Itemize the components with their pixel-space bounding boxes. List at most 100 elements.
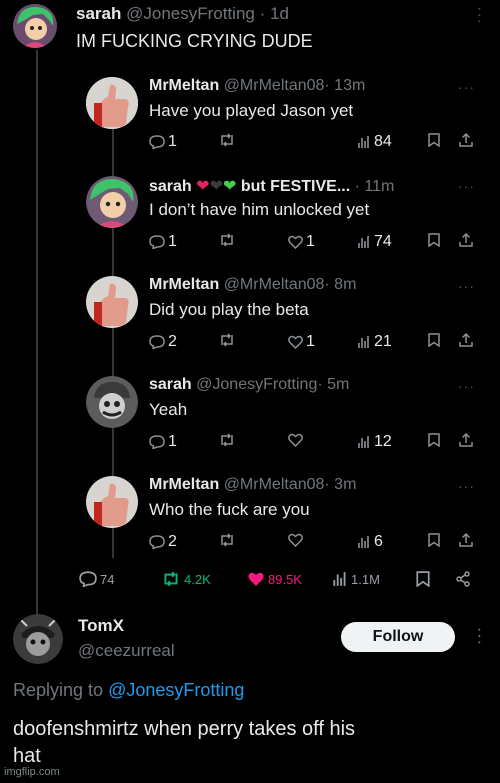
reply-text-line-2: hat — [13, 745, 41, 767]
like-action[interactable] — [288, 533, 303, 547]
views-icon — [358, 136, 369, 148]
mrmeltan-avatar[interactable] — [86, 476, 138, 528]
share-icon — [459, 333, 473, 347]
main-like-action[interactable]: 89.5K — [247, 571, 302, 587]
sarah-avatar[interactable] — [86, 176, 138, 228]
replying-to-line: Replying to @JonesyFrotting — [13, 680, 244, 701]
retweet-action[interactable] — [218, 233, 236, 247]
author-name[interactable]: sarah — [149, 376, 192, 393]
tomx-avatar[interactable] — [13, 614, 63, 664]
heart-icon — [288, 433, 303, 447]
reply-count: 74 — [100, 571, 115, 587]
retweet-action[interactable] — [218, 133, 236, 147]
main-reply-action[interactable]: 74 — [79, 571, 114, 587]
bookmark-action[interactable] — [428, 333, 440, 347]
reply-author-handle[interactable]: @ceezurreal — [78, 641, 175, 661]
reply-action[interactable]: 1 — [149, 133, 177, 151]
reply-icon — [149, 335, 165, 349]
heart-icon — [288, 335, 303, 349]
retweet-action[interactable] — [218, 533, 236, 547]
views-icon — [358, 536, 369, 548]
more-options-icon[interactable]: ··· — [470, 627, 488, 646]
tweet-time[interactable]: · 8m — [324, 276, 356, 293]
sarah-grayscale-avatar[interactable] — [86, 376, 138, 428]
reply-icon — [149, 235, 165, 249]
share-action[interactable] — [459, 233, 473, 247]
views-action[interactable]: 84 — [357, 133, 392, 151]
reply-icon — [149, 535, 165, 549]
share-action[interactable] — [459, 533, 473, 547]
reply-action[interactable]: 2 — [149, 533, 177, 551]
follow-button[interactable]: Follow — [341, 622, 455, 652]
reply-text-line-1: doofenshmirtz when perry takes off his — [13, 718, 356, 740]
bookmark-icon — [416, 571, 430, 587]
like-action[interactable] — [288, 433, 303, 447]
author-handle[interactable]: @MrMeltan08 — [224, 476, 325, 493]
red-heart-emoji: ❤ — [196, 178, 210, 195]
reply-action[interactable]: 2 — [149, 333, 177, 351]
tweet-time[interactable]: · 3m — [324, 476, 356, 493]
reply-action[interactable]: 1 — [149, 233, 177, 251]
quoted-tweet-4-header: sarah @JonesyFrotting· 5m — [149, 376, 349, 394]
views-action[interactable]: 21 — [357, 333, 392, 351]
retweet-icon — [221, 533, 233, 547]
views-count: 12 — [374, 433, 392, 450]
author-name[interactable]: MrMeltan — [149, 77, 219, 94]
author-name[interactable]: MrMeltan — [149, 476, 219, 493]
more-options-icon[interactable]: ··· — [470, 6, 488, 25]
views-icon — [358, 336, 369, 348]
author-name[interactable]: sarah — [149, 178, 192, 195]
bookmark-action[interactable] — [428, 133, 440, 147]
share-action[interactable] — [459, 133, 473, 147]
more-options-icon[interactable]: ··· — [458, 478, 475, 494]
share-icon — [459, 433, 473, 447]
reply-author-name[interactable]: TomX — [78, 616, 124, 636]
author-name[interactable]: MrMeltan — [149, 276, 219, 293]
retweet-icon — [221, 433, 233, 447]
display-name-suffix[interactable]: but FESTIVE... — [241, 178, 350, 195]
retweet-action[interactable] — [218, 333, 236, 347]
like-action[interactable]: 1 — [288, 233, 315, 251]
bookmark-action[interactable] — [428, 433, 440, 447]
reply-icon — [79, 571, 97, 587]
bookmark-icon — [428, 233, 440, 247]
views-action[interactable]: 74 — [357, 233, 392, 251]
retweet-icon — [164, 571, 178, 587]
bookmark-action[interactable] — [428, 533, 440, 547]
views-action[interactable]: 12 — [357, 433, 392, 451]
more-options-icon[interactable]: ··· — [458, 378, 475, 394]
quoted-tweet-3-text: Did you play the beta — [149, 300, 309, 319]
views-icon — [358, 236, 369, 248]
like-count: 89.5K — [268, 571, 302, 587]
tweet-time[interactable]: · 11m — [355, 178, 395, 195]
main-bookmark-action[interactable] — [416, 571, 430, 587]
share-action[interactable] — [459, 333, 473, 347]
author-handle[interactable]: @JonesyFrotting — [126, 4, 255, 23]
reply-action[interactable]: 1 — [149, 433, 177, 451]
main-tweet-header: sarah @JonesyFrotting · 1d — [76, 4, 289, 24]
retweet-action[interactable] — [218, 433, 236, 447]
bookmark-action[interactable] — [428, 233, 440, 247]
main-share-action[interactable] — [455, 571, 471, 587]
mrmeltan-avatar[interactable] — [86, 276, 138, 328]
author-name[interactable]: sarah — [76, 4, 121, 23]
main-views-action[interactable]: 1.1M — [332, 571, 380, 587]
tweet-time[interactable]: · 1d — [260, 4, 289, 23]
main-retweet-action[interactable]: 4.2K — [161, 571, 211, 587]
more-options-icon[interactable]: ··· — [458, 278, 475, 294]
tweet-time[interactable]: · 5m — [317, 376, 349, 393]
author-handle[interactable]: @MrMeltan08 — [224, 276, 325, 293]
share-action[interactable] — [459, 433, 473, 447]
author-handle[interactable]: @JonesyFrotting — [196, 376, 317, 393]
more-options-icon[interactable]: ··· — [458, 79, 475, 95]
replying-to-handle[interactable]: @JonesyFrotting — [108, 680, 244, 700]
mrmeltan-avatar[interactable] — [86, 77, 138, 129]
bookmark-icon — [428, 433, 440, 447]
author-handle[interactable]: @MrMeltan08 — [224, 77, 325, 94]
sarah-avatar[interactable] — [13, 4, 57, 48]
views-icon — [333, 572, 346, 586]
like-action[interactable]: 1 — [288, 333, 315, 351]
more-options-icon[interactable]: ··· — [458, 178, 475, 194]
views-action[interactable]: 6 — [357, 533, 383, 551]
tweet-time[interactable]: · 13m — [324, 77, 365, 94]
